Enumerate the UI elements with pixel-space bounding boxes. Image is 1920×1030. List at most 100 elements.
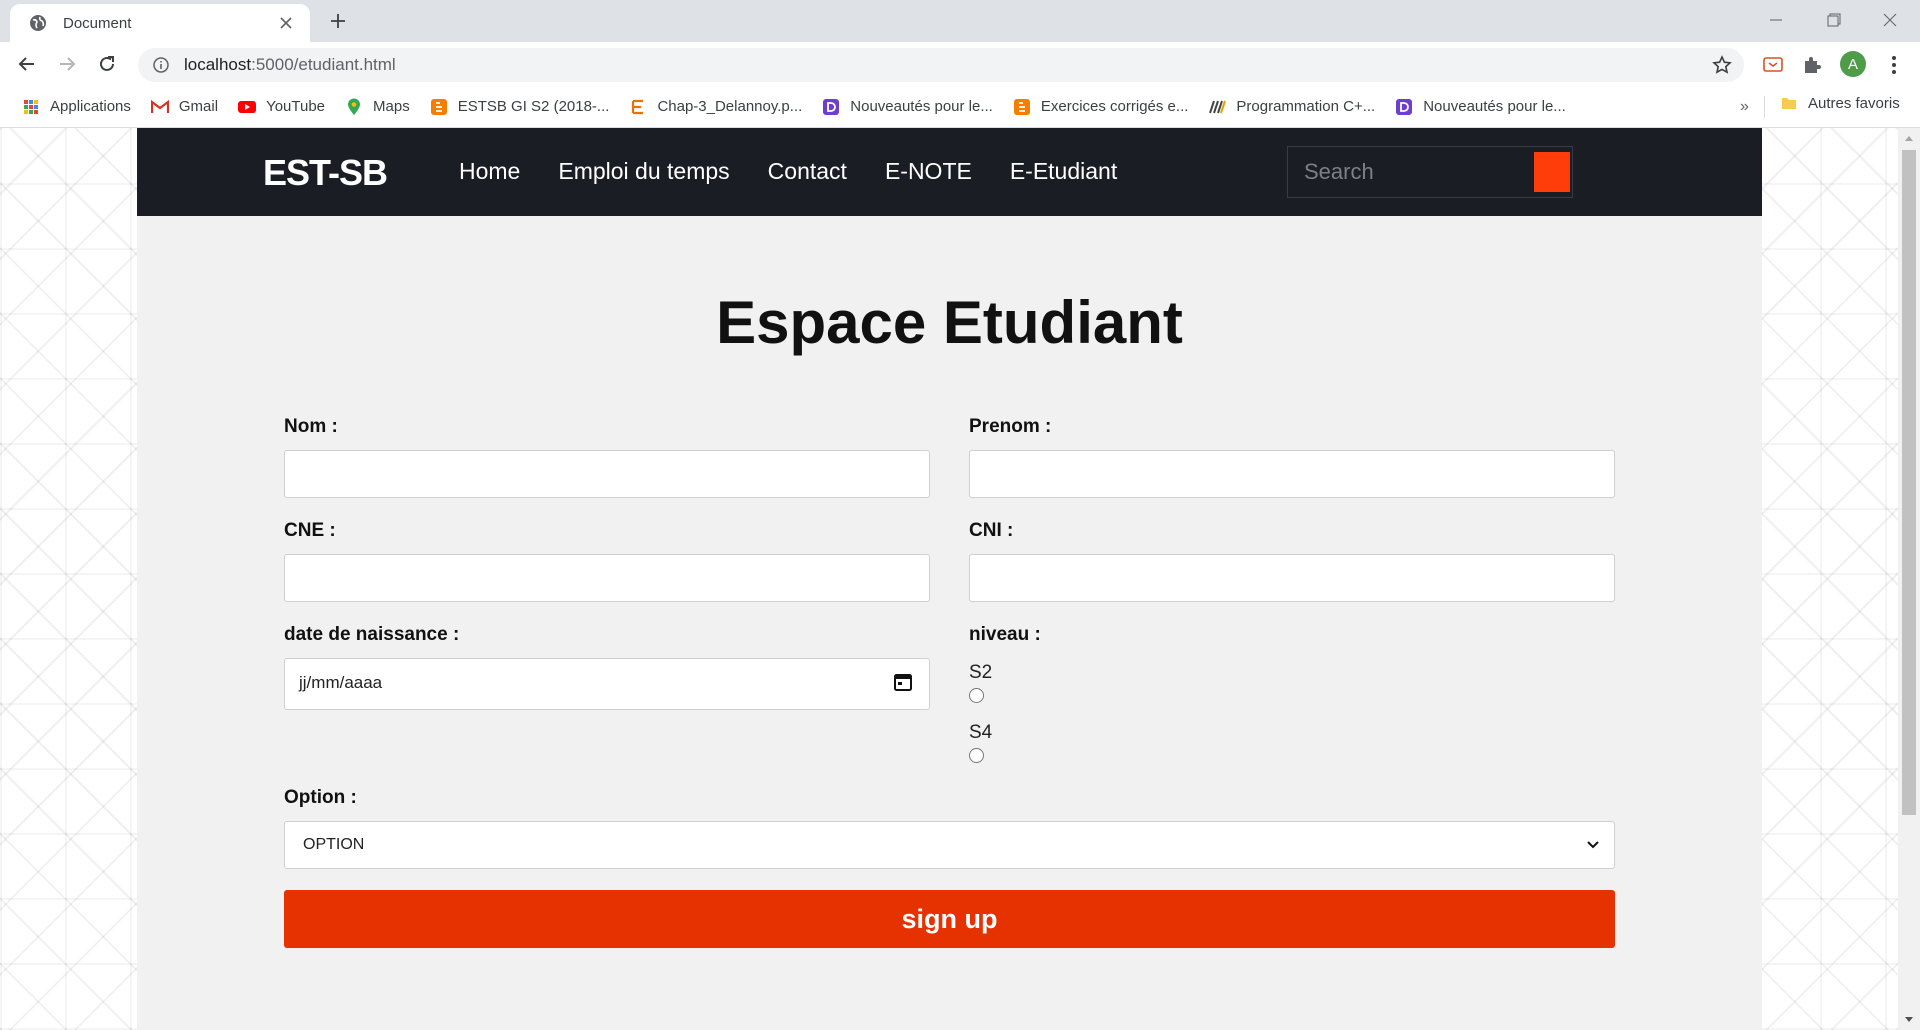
other-bookmarks-folder[interactable]: Autres favoris (1780, 94, 1900, 112)
date-placeholder-text: jj/mm/aaaa (299, 673, 383, 692)
url-text: localhost:5000/etudiant.html (184, 55, 396, 75)
niveau-s4-radio[interactable] (969, 748, 984, 763)
youtube-icon (238, 98, 257, 116)
bookmark-label: Gmail (178, 98, 219, 115)
purple-d-icon (1395, 98, 1413, 116)
gmail-icon (150, 98, 169, 116)
restore-window-icon[interactable] (1806, 0, 1862, 40)
niveau-s4-label: S4 (969, 722, 993, 743)
sign-up-button[interactable]: sign up (284, 890, 1615, 948)
tab-title: Document (63, 14, 132, 32)
bookmarks-overflow-button[interactable]: » (1740, 98, 1749, 116)
nav-link-home[interactable]: Home (459, 158, 520, 185)
nom-field-box (284, 450, 930, 498)
site-navbar: EST-SB Home Emploi du temps Contact E-NO… (137, 128, 1762, 216)
page-scrollbar[interactable] (1898, 128, 1920, 1030)
browser-toolbar: localhost:5000/etudiant.html A (0, 42, 1920, 86)
cne-field-box (284, 554, 930, 602)
cne-label: CNE : (284, 520, 336, 541)
bookmark-label: Maps (373, 98, 410, 115)
forward-arrow-icon[interactable] (54, 51, 80, 77)
url-path: :5000/etudiant.html (251, 55, 396, 74)
back-arrow-icon[interactable] (14, 51, 40, 77)
bookmark-label: Exercices corrigés e... (1040, 98, 1189, 115)
cni-label: CNI : (969, 520, 1014, 541)
niveau-label: niveau : (969, 624, 1041, 645)
blogger-icon (430, 98, 448, 116)
scroll-thumb[interactable] (1902, 150, 1916, 815)
site-search-box (1287, 146, 1573, 198)
new-tab-button[interactable] (325, 8, 351, 34)
page-title: Espace Etudiant (716, 289, 1183, 356)
date-naissance-label: date de naissance : (284, 624, 460, 645)
bookmark-star-icon[interactable] (1712, 55, 1732, 75)
apps-grid-icon (22, 98, 40, 116)
scroll-down-arrow-icon[interactable] (1905, 1017, 1913, 1022)
browser-tab[interactable]: Document (10, 4, 310, 42)
bookmarks-bar: Applications Gmail YouTube Maps ESTSB GI S2 … (0, 86, 1920, 128)
bookmark-item[interactable]: ESTSB GI S2 (2018-... (426, 93, 618, 121)
nom-input[interactable] (285, 451, 929, 497)
bookmark-item[interactable]: Nouveautés pour le... (818, 93, 1001, 121)
bookmark-item[interactable]: Exercices corrigés e... (1009, 93, 1197, 121)
option-select[interactable]: OPTION (284, 821, 1615, 869)
reload-icon[interactable] (94, 51, 120, 77)
bookmark-item[interactable]: Applications (18, 93, 139, 121)
nav-link-emploi-du-temps[interactable]: Emploi du temps (558, 158, 729, 185)
page-container: EST-SB Home Emploi du temps Contact E-NO… (137, 128, 1762, 1030)
bookmark-item[interactable]: Nouveautés pour le... (1391, 93, 1574, 121)
chevron-down-icon (1586, 838, 1600, 852)
bookmark-label: YouTube (266, 98, 326, 115)
minimize-window-icon[interactable] (1748, 0, 1804, 40)
document-e-icon (629, 98, 647, 116)
prenom-field-box (969, 450, 1615, 498)
cni-input[interactable] (970, 555, 1614, 601)
bookmark-label: Programmation C+... (1236, 98, 1376, 115)
site-nav-links: Home Emploi du temps Contact E-NOTE E-Et… (459, 158, 1155, 185)
purple-d-icon (822, 98, 840, 116)
bookmark-label: Nouveautés pour le... (1423, 98, 1566, 115)
bookmark-item[interactable]: YouTube (234, 93, 333, 121)
close-tab-icon[interactable] (276, 13, 296, 33)
other-bookmarks-label: Autres favoris (1808, 94, 1900, 112)
extensions-puzzle-icon[interactable] (1801, 54, 1823, 76)
folder-icon (1780, 94, 1798, 112)
site-brand-logo[interactable]: EST-SB (263, 152, 388, 194)
nav-link-contact[interactable]: Contact (768, 158, 847, 185)
profile-avatar[interactable]: A (1840, 51, 1866, 77)
address-bar[interactable]: localhost:5000/etudiant.html (138, 48, 1744, 82)
nav-link-e-note[interactable]: E-NOTE (885, 158, 972, 185)
nav-link-e-etudiant[interactable]: E-Etudiant (1010, 158, 1117, 185)
bookmark-label: Nouveautés pour le... (850, 98, 993, 115)
option-selected-value: OPTION (303, 836, 365, 853)
site-info-icon[interactable] (152, 56, 170, 74)
prenom-input[interactable] (970, 451, 1614, 497)
bookmark-label: ESTSB GI S2 (2018-... (457, 98, 610, 115)
calendar-icon[interactable] (893, 672, 913, 692)
bookmark-item[interactable]: Programmation C+... (1204, 93, 1383, 121)
chrome-menu-icon[interactable] (1883, 54, 1905, 76)
site-search-input[interactable] (1288, 147, 1528, 197)
date-naissance-input[interactable]: jj/mm/aaaa (284, 658, 930, 710)
site-search-button[interactable] (1534, 152, 1570, 192)
niveau-s2-radio[interactable] (969, 688, 984, 703)
nom-label: Nom : (284, 416, 338, 437)
close-window-icon[interactable] (1862, 0, 1918, 40)
prenom-label: Prenom : (969, 416, 1052, 437)
cni-field-box (969, 554, 1615, 602)
bookmark-label: Applications (50, 98, 131, 115)
bookmarks-divider (1764, 96, 1765, 118)
bookmark-item[interactable]: Chap-3_Delannoy.p... (625, 93, 810, 121)
extension-cast-icon[interactable] (1762, 54, 1784, 76)
globe-icon (28, 14, 47, 33)
blogger-icon (1013, 98, 1031, 116)
option-label: Option : (284, 787, 357, 808)
page-viewport: EST-SB Home Emploi du temps Contact E-NO… (0, 128, 1898, 1030)
bookmark-item[interactable]: Gmail (147, 93, 226, 121)
cne-input[interactable] (285, 555, 929, 601)
bookmark-item[interactable]: Maps (341, 93, 418, 121)
maps-pin-icon (345, 98, 363, 116)
browser-tabstrip: Document (0, 0, 1920, 42)
bookmark-label: Chap-3_Delannoy.p... (657, 98, 803, 115)
scroll-up-arrow-icon[interactable] (1905, 136, 1913, 141)
